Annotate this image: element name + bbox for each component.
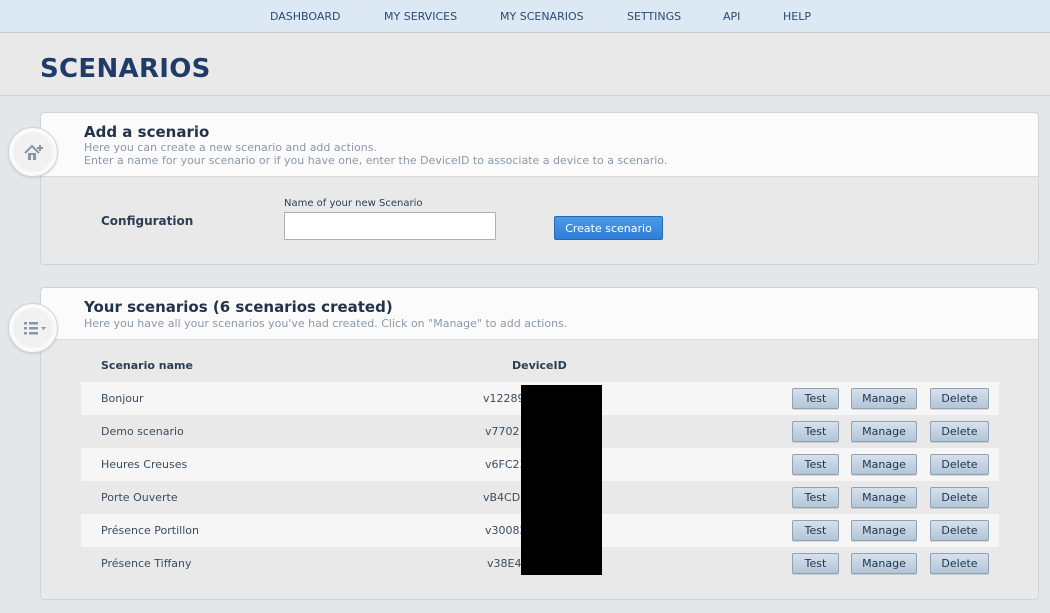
manage-button[interactable]: Manage xyxy=(851,388,917,409)
device-id: vB4CD xyxy=(483,491,521,504)
delete-button[interactable]: Delete xyxy=(930,388,989,409)
delete-button[interactable]: Delete xyxy=(930,421,989,442)
delete-button[interactable]: Delete xyxy=(930,487,989,508)
scenarios-title: Your scenarios (6 scenarios created) xyxy=(84,298,393,316)
nav-settings[interactable]: SETTINGS xyxy=(627,10,681,23)
scenario-name: Présence Tiffany xyxy=(101,557,192,570)
nav-help[interactable]: HELP xyxy=(783,10,811,23)
page-title: SCENARIOS xyxy=(40,54,211,84)
add-scenario-panel: Add a scenario Here you can create a new… xyxy=(40,112,1039,265)
test-button[interactable]: Test xyxy=(792,454,839,475)
nav-dashboard[interactable]: DASHBOARD xyxy=(270,10,341,23)
scenario-name-input[interactable] xyxy=(284,212,496,240)
add-scenario-title: Add a scenario xyxy=(84,123,210,141)
scenario-name: Bonjour xyxy=(101,392,144,405)
add-scenario-desc-2: Enter a name for your scenario or if you… xyxy=(84,154,668,167)
test-button[interactable]: Test xyxy=(792,553,839,574)
manage-button[interactable]: Manage xyxy=(851,487,917,508)
delete-button[interactable]: Delete xyxy=(930,454,989,475)
test-button[interactable]: Test xyxy=(792,487,839,508)
home-add-icon xyxy=(8,127,58,177)
manage-button[interactable]: Manage xyxy=(851,520,917,541)
nav-api[interactable]: API xyxy=(723,10,740,23)
scenarios-header: Your scenarios (6 scenarios created) Her… xyxy=(41,288,1038,340)
test-button[interactable]: Test xyxy=(792,520,839,541)
scenario-name: Heures Creuses xyxy=(101,458,188,471)
top-nav: DASHBOARD MY SERVICES MY SCENARIOS SETTI… xyxy=(0,0,1050,33)
add-scenario-header: Add a scenario Here you can create a new… xyxy=(41,113,1038,177)
redaction-box xyxy=(521,385,602,575)
manage-button[interactable]: Manage xyxy=(851,421,917,442)
test-button[interactable]: Test xyxy=(792,388,839,409)
configuration-label: Configuration xyxy=(101,214,194,228)
device-id: v7702 xyxy=(485,425,520,438)
page-header: SCENARIOS xyxy=(0,33,1050,96)
list-icon xyxy=(8,303,58,353)
add-scenario-desc-1: Here you can create a new scenario and a… xyxy=(84,141,377,154)
device-id: v38E4 xyxy=(487,557,522,570)
delete-button[interactable]: Delete xyxy=(930,520,989,541)
test-button[interactable]: Test xyxy=(792,421,839,442)
scenarios-desc: Here you have all your scenarios you've … xyxy=(84,317,568,330)
manage-button[interactable]: Manage xyxy=(851,454,917,475)
nav-my-scenarios[interactable]: MY SCENARIOS xyxy=(500,10,584,23)
column-header-scenario-name: Scenario name xyxy=(101,359,193,372)
create-scenario-button[interactable]: Create scenario xyxy=(554,216,663,240)
manage-button[interactable]: Manage xyxy=(851,553,917,574)
column-header-deviceid: DeviceID xyxy=(512,359,567,372)
scenario-name: Porte Ouverte xyxy=(101,491,178,504)
device-id: v12289 xyxy=(483,392,525,405)
nav-my-services[interactable]: MY SERVICES xyxy=(384,10,457,23)
scenario-name: Demo scenario xyxy=(101,425,184,438)
scenario-name: Présence Portillon xyxy=(101,524,199,537)
scenario-name-label: Name of your new Scenario xyxy=(284,198,423,209)
delete-button[interactable]: Delete xyxy=(930,553,989,574)
